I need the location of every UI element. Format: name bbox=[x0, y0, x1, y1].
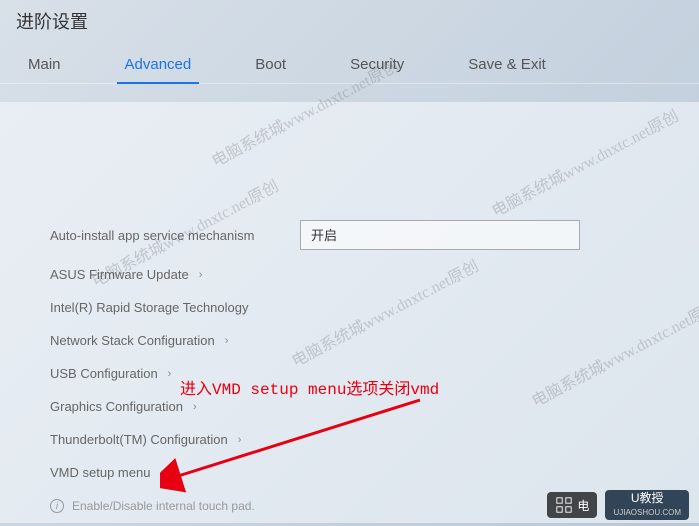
chevron-right-icon: › bbox=[193, 401, 197, 413]
tab-security[interactable]: Security bbox=[342, 46, 412, 83]
setting-auto-service: Auto-install app service mechanism 开启 bbox=[50, 212, 683, 258]
logo-1: 电 bbox=[547, 492, 597, 518]
link-network-stack[interactable]: Network Stack Configuration › bbox=[50, 324, 683, 357]
graphics-config-label: Graphics Configuration bbox=[50, 399, 183, 414]
chevron-right-icon: › bbox=[168, 368, 172, 380]
asus-firmware-label: ASUS Firmware Update bbox=[50, 267, 189, 282]
logo-1-text: 电 bbox=[577, 497, 589, 514]
intel-rst-label: Intel(R) Rapid Storage Technology bbox=[50, 300, 249, 315]
tab-save-exit[interactable]: Save & Exit bbox=[460, 46, 554, 83]
link-vmd-setup[interactable]: VMD setup menu › bbox=[50, 456, 683, 489]
link-asus-firmware[interactable]: ASUS Firmware Update › bbox=[50, 258, 683, 291]
vmd-label: VMD setup menu bbox=[50, 465, 150, 480]
tab-bar: Main Advanced Boot Security Save & Exit bbox=[0, 46, 699, 84]
annotation-text: 进入VMD setup menu选项关闭vmd bbox=[180, 375, 439, 399]
chevron-right-icon: › bbox=[160, 467, 164, 479]
settings-panel: Auto-install app service mechanism 开启 AS… bbox=[0, 102, 699, 523]
thunderbolt-label: Thunderbolt(TM) Configuration bbox=[50, 432, 228, 447]
window-title: 进阶设置 bbox=[0, 0, 699, 46]
chevron-right-icon: › bbox=[225, 335, 229, 347]
logo-2: U教授 UJIAOSHOU.COM bbox=[605, 490, 689, 520]
network-stack-label: Network Stack Configuration bbox=[50, 333, 215, 348]
usb-config-label: USB Configuration bbox=[50, 366, 158, 381]
grid-icon bbox=[555, 496, 573, 514]
logo-2-sub: UJIAOSHOU.COM bbox=[613, 509, 681, 518]
chevron-right-icon: › bbox=[238, 434, 242, 446]
link-thunderbolt[interactable]: Thunderbolt(TM) Configuration › bbox=[50, 423, 683, 456]
tab-main[interactable]: Main bbox=[20, 46, 69, 83]
auto-service-label: Auto-install app service mechanism bbox=[50, 228, 300, 243]
auto-service-select[interactable]: 开启 bbox=[300, 220, 580, 250]
logo-2-main: U教授 bbox=[631, 492, 664, 505]
help-text: Enable/Disable internal touch pad. bbox=[72, 499, 255, 513]
tab-advanced[interactable]: Advanced bbox=[117, 46, 200, 83]
link-intel-rst[interactable]: Intel(R) Rapid Storage Technology bbox=[50, 291, 683, 324]
tab-boot[interactable]: Boot bbox=[247, 46, 294, 83]
chevron-right-icon: › bbox=[199, 269, 203, 281]
info-icon: i bbox=[50, 499, 64, 513]
footer-logos: 电 U教授 UJIAOSHOU.COM bbox=[547, 490, 689, 520]
